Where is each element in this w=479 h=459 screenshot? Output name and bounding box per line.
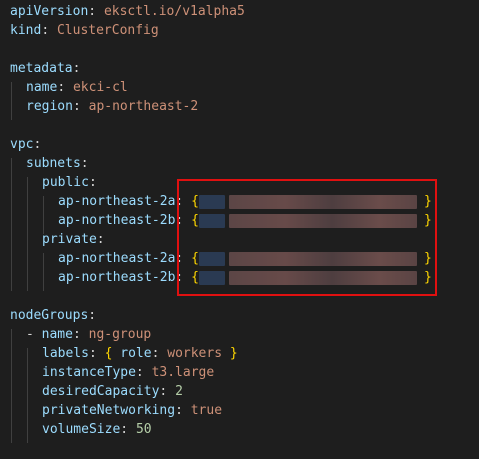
code-line-nodegroups: nodeGroups: [10, 308, 97, 323]
indent-guide [43, 253, 44, 291]
yaml-key: name [41, 327, 73, 342]
yaml-value: workers [167, 346, 223, 361]
yaml-key: role [120, 346, 152, 361]
yaml-value: t3.large [151, 365, 215, 380]
yaml-key: public [42, 175, 89, 190]
yaml-key: apiVersion [10, 4, 89, 19]
code-line-subnets: subnets: [26, 156, 89, 171]
yaml-key: ap-northeast-2b [58, 213, 176, 228]
yaml-key: privateNetworking [42, 403, 176, 418]
code-line-desiredcapacity: desiredCapacity: 2 [42, 384, 183, 399]
code-line-volumesize: volumeSize: 50 [42, 422, 152, 437]
yaml-value: ekci-cl [72, 80, 128, 95]
yaml-key: ap-northeast-2b [58, 270, 176, 285]
yaml-key: private [42, 232, 97, 247]
yaml-number: 2 [175, 384, 183, 399]
yaml-key: region [26, 99, 73, 114]
yaml-key: metadata [10, 61, 73, 76]
code-line-public: public: [42, 175, 97, 190]
indent-guide [11, 158, 12, 291]
yaml-key: nodeGroups [10, 308, 89, 323]
code-editor[interactable]: apiVersion: eksctl.io/v1alpha5 kind: Clu… [0, 0, 479, 459]
code-line-privatenetworking: privateNetworking: true [42, 403, 223, 418]
code-line-apiversion: apiVersion: eksctl.io/v1alpha5 [10, 4, 245, 19]
indent-guide [11, 82, 12, 120]
yaml-key: ap-northeast-2a [58, 251, 176, 266]
yaml-value: ng-group [88, 327, 152, 342]
code-line-vpc: vpc: [10, 137, 42, 152]
yaml-key: kind [10, 23, 42, 38]
yaml-key: name [26, 80, 58, 95]
indent-guide [27, 177, 28, 291]
yaml-value: true [190, 403, 223, 418]
yaml-value: ClusterConfig [56, 23, 159, 38]
code-line-ng-name: - name: ng-group [26, 327, 152, 342]
yaml-key: instanceType [42, 365, 136, 380]
indent-guide [43, 196, 44, 234]
code-line-metadata: metadata: [10, 61, 81, 76]
yaml-key: labels [42, 346, 89, 361]
yaml-key: vpc [10, 137, 34, 152]
yaml-number: 50 [135, 422, 152, 437]
code-line-instancetype: instanceType: t3.large [42, 365, 215, 380]
indent-guide [11, 329, 12, 443]
yaml-key: ap-northeast-2a [58, 194, 176, 209]
yaml-key: volumeSize [42, 422, 121, 437]
code-line-name: name: ekci-cl [26, 80, 128, 95]
code-line-private: private: [42, 232, 105, 247]
code-line-kind: kind: ClusterConfig [10, 23, 159, 38]
code-line-labels: labels: { role: workers } [42, 346, 238, 361]
yaml-value: ap-northeast-2 [88, 99, 199, 114]
code-line-region: region: ap-northeast-2 [26, 99, 199, 114]
yaml-key: subnets [26, 156, 81, 171]
close-brace: } [229, 346, 238, 361]
annotation-highlight-box [177, 179, 437, 296]
indent-guide [27, 348, 28, 443]
yaml-key: desiredCapacity [42, 384, 160, 399]
yaml-value: eksctl.io/v1alpha5 [103, 4, 245, 19]
